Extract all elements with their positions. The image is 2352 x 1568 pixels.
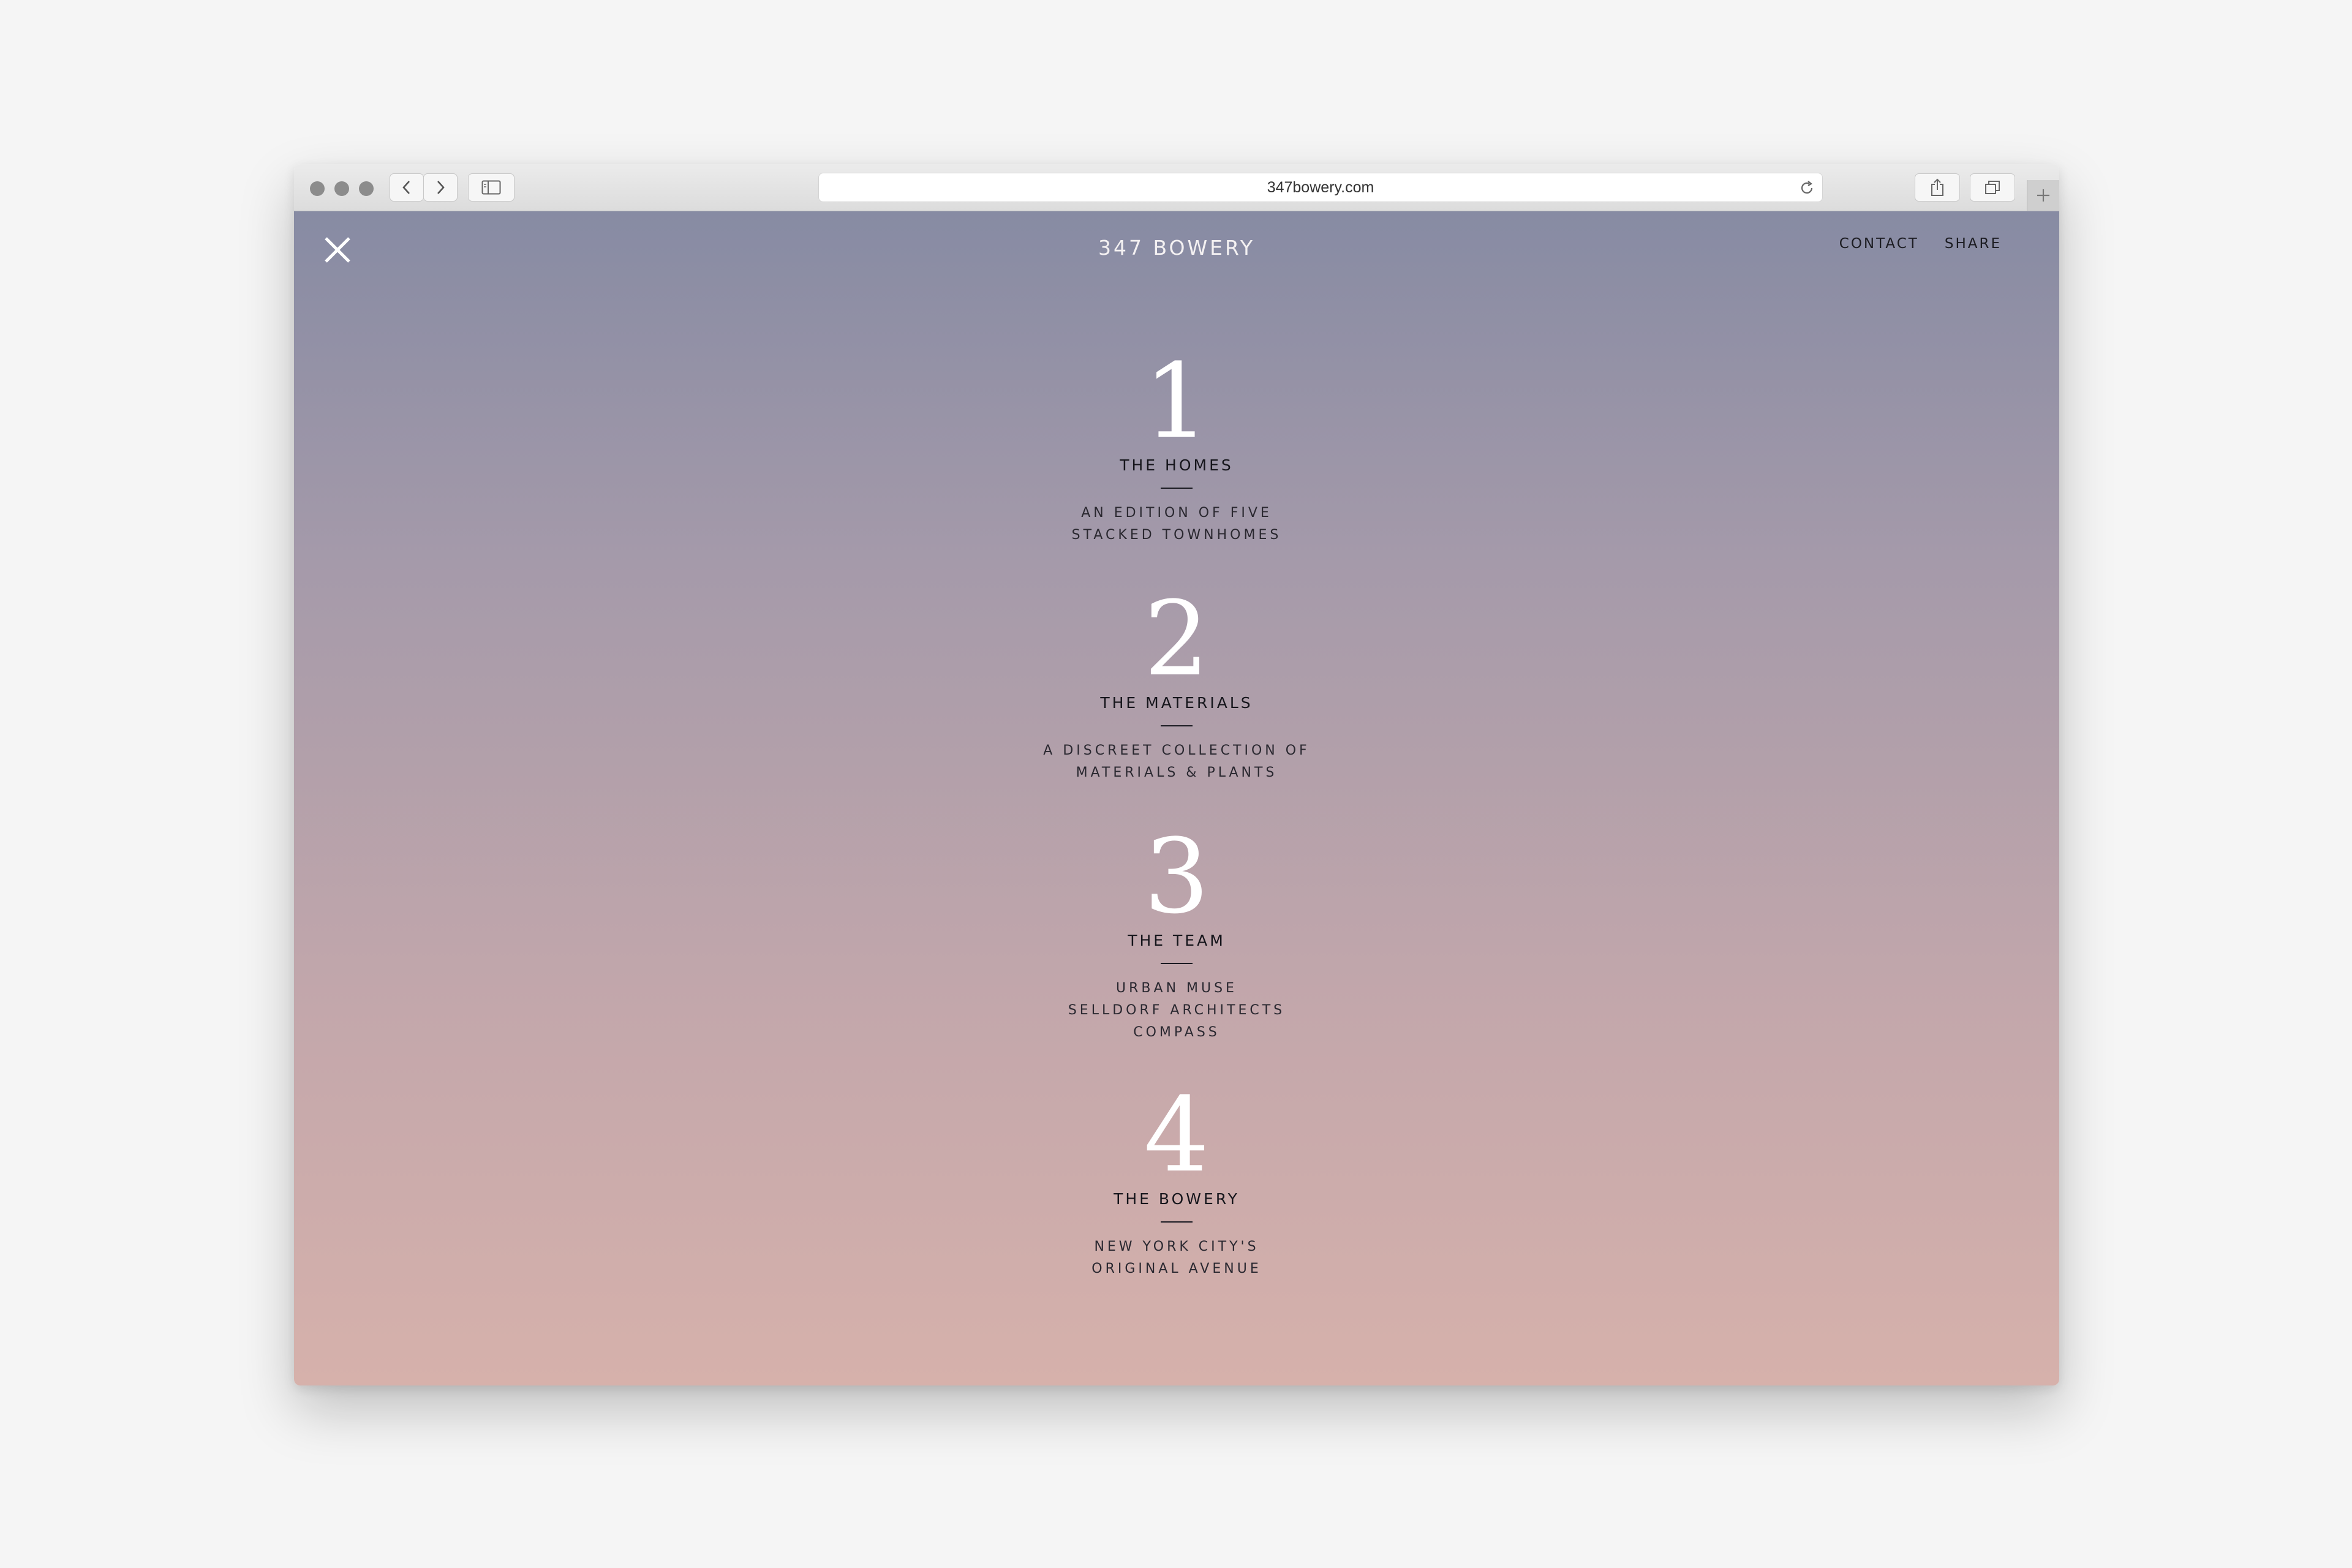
section-number: 4: [1144, 1075, 1210, 1195]
section-divider: [1161, 1221, 1193, 1223]
description-line: URBAN MUSE: [1116, 981, 1237, 996]
description-line: STACKED TOWNHOMES: [1071, 527, 1282, 543]
reload-icon[interactable]: [1798, 179, 1816, 197]
section-number: 2: [1144, 579, 1210, 699]
section-number: 1: [1144, 341, 1210, 461]
chevron-right-icon: [437, 181, 445, 194]
contact-link[interactable]: CONTACT: [1839, 236, 1919, 252]
section-description: NEW YORK CITY'S ORIGINAL AVENUE: [294, 1236, 2059, 1280]
section-title[interactable]: THE HOMES: [294, 456, 2059, 474]
share-button[interactable]: [1915, 173, 1960, 202]
section-divider: [1161, 725, 1193, 726]
section-divider: [1161, 963, 1193, 964]
section-homes[interactable]: 1 THE HOMES AN EDITION OF FIVE STACKED T…: [294, 350, 2059, 546]
section-description: AN EDITION OF FIVE STACKED TOWNHOMES: [294, 502, 2059, 546]
description-line: COMPASS: [1133, 1025, 1220, 1040]
tabs-overview-button[interactable]: [1970, 173, 2015, 202]
browser-toolbar: 347bowery.com: [294, 164, 2059, 211]
tabs-icon: [1985, 181, 2000, 194]
description-line: AN EDITION OF FIVE: [1081, 505, 1272, 521]
new-tab-button[interactable]: [2027, 180, 2059, 211]
sidebar-icon: [481, 180, 501, 195]
section-divider: [1161, 488, 1193, 489]
description-line: SELLDORF ARCHITECTS: [1068, 1003, 1286, 1018]
address-bar[interactable]: 347bowery.com: [818, 173, 1823, 202]
description-line: A DISCREET COLLECTION OF: [1043, 743, 1310, 758]
section-description: URBAN MUSE SELLDORF ARCHITECTS COMPASS: [294, 978, 2059, 1044]
zoom-window-button[interactable]: [359, 181, 374, 196]
forward-button[interactable]: [423, 173, 458, 202]
minimize-window-button[interactable]: [334, 181, 349, 196]
url-text: 347bowery.com: [1267, 178, 1374, 196]
description-line: MATERIALS & PLANTS: [1076, 765, 1278, 780]
section-team[interactable]: 3 THE TEAM URBAN MUSE SELLDORF ARCHITECT…: [294, 825, 2059, 1044]
page-content: 347 BOWERY CONTACT SHARE 1 THE HOMES AN …: [294, 211, 2059, 1385]
close-window-button[interactable]: [310, 181, 325, 196]
section-description: A DISCREET COLLECTION OF MATERIALS & PLA…: [294, 740, 2059, 784]
share-icon: [1931, 178, 1943, 196]
chevron-left-icon: [402, 181, 410, 194]
share-link[interactable]: SHARE: [1945, 236, 2002, 252]
section-title[interactable]: THE MATERIALS: [294, 694, 2059, 712]
site-title[interactable]: 347 BOWERY: [294, 236, 2059, 260]
description-line: NEW YORK CITY'S: [1094, 1239, 1259, 1254]
browser-window: 347bowery.com 347 BOWERY CONTACT SHARE 1…: [294, 164, 2059, 1385]
section-number: 3: [1144, 816, 1210, 937]
description-line: ORIGINAL AVENUE: [1091, 1261, 1262, 1276]
section-title[interactable]: THE TEAM: [294, 932, 2059, 949]
section-bowery[interactable]: 4 THE BOWERY NEW YORK CITY'S ORIGINAL AV…: [294, 1084, 2059, 1280]
section-title[interactable]: THE BOWERY: [294, 1190, 2059, 1208]
section-materials[interactable]: 2 THE MATERIALS A DISCREET COLLECTION OF…: [294, 587, 2059, 784]
top-nav: CONTACT SHARE: [1839, 236, 2002, 252]
sidebar-toggle-button[interactable]: [468, 173, 514, 202]
plus-icon: [2037, 189, 2049, 202]
back-button[interactable]: [390, 173, 424, 202]
